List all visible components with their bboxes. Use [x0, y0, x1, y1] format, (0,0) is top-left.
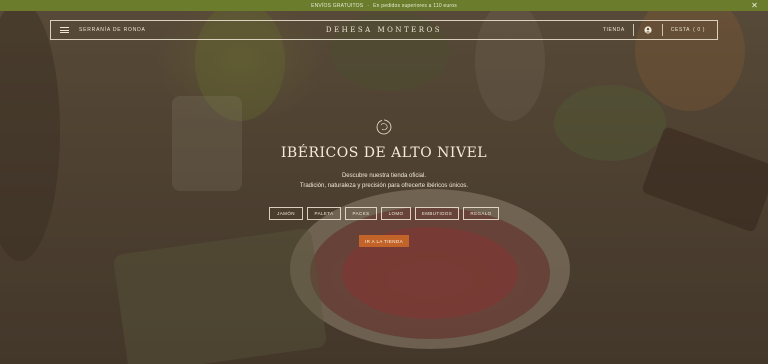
category-paleta-button[interactable]: PALETA	[307, 207, 341, 220]
promo-text: En pedidos superiores a 110 euros	[373, 2, 457, 9]
header-actions: TIENDA CESTA ( 0 )	[603, 24, 717, 36]
promo-bar: ENVÍOS GRATUITOS · En pedidos superiores…	[0, 0, 768, 11]
cart-button[interactable]: CESTA ( 0 )	[663, 27, 717, 33]
hero-subtitle-2: Tradición, naturaleza y precisión para o…	[299, 183, 469, 189]
category-regalo-button[interactable]: REGALO	[463, 207, 499, 220]
cart-count: ( 0 )	[693, 27, 705, 33]
promo-separator: ·	[367, 2, 370, 9]
brand-badge-icon	[376, 119, 392, 135]
brand-logo[interactable]: DEHESA MONTEROS	[326, 26, 442, 34]
hero-section: SERRANÍA DE RONDA DEHESA MONTEROS TIENDA…	[0, 11, 768, 364]
hero-subtitle-1: Descubre nuestra tienda oficial.	[341, 173, 427, 179]
hamburger-icon[interactable]	[60, 27, 69, 33]
category-embutidos-button[interactable]: EMBUTIDOS	[415, 207, 459, 220]
hero-title: IBÉRICOS DE ALTO NIVEL	[280, 145, 488, 161]
close-icon[interactable]: ✕	[751, 0, 758, 11]
cart-label: CESTA	[670, 27, 691, 33]
promo-lead: ENVÍOS GRATUITOS	[311, 2, 364, 9]
category-buttons: JAMÓN PALETA PACKS LOMO EMBUTIDOS REGALO	[0, 207, 768, 220]
user-icon[interactable]	[642, 26, 654, 34]
nav-shop-link[interactable]: TIENDA	[603, 27, 633, 33]
category-lomo-button[interactable]: LOMO	[381, 207, 411, 220]
category-jamon-button[interactable]: JAMÓN	[269, 207, 303, 220]
divider	[632, 24, 634, 36]
region-label: SERRANÍA DE RONDA	[79, 27, 146, 33]
category-packs-button[interactable]: PACKS	[345, 207, 377, 220]
shop-cta-button[interactable]: IR A LA TIENDA	[359, 235, 409, 247]
site-header: SERRANÍA DE RONDA DEHESA MONTEROS TIENDA…	[50, 20, 718, 40]
